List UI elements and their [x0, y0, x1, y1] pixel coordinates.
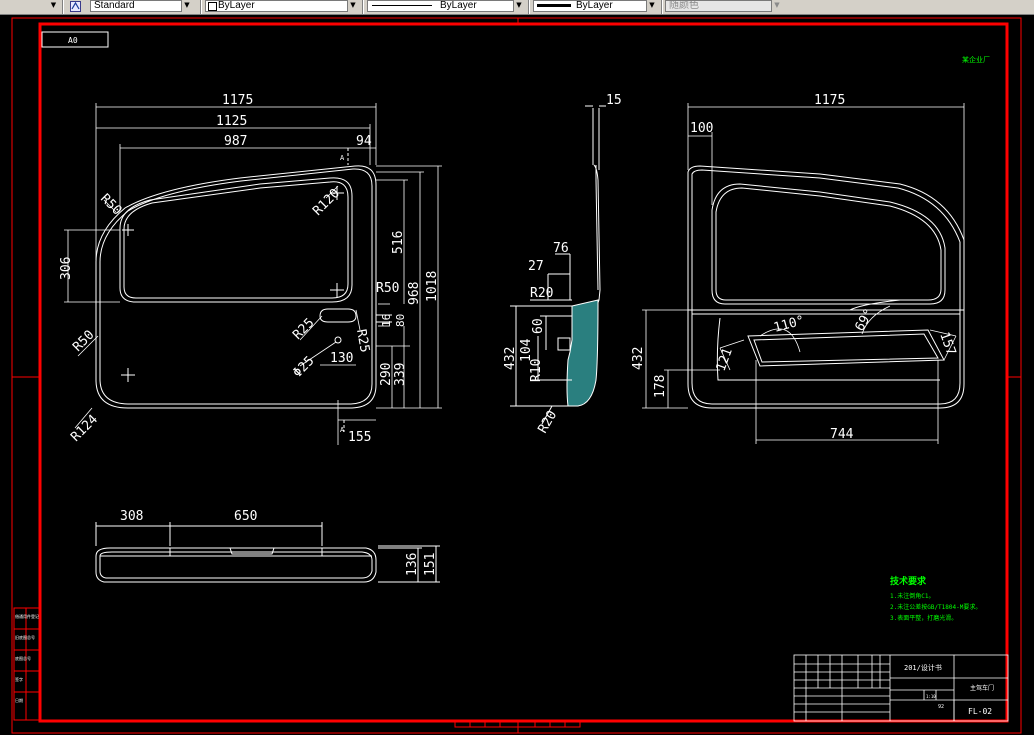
- tech-req-item: 2.未注公差按GB/T1804-M要求。: [890, 603, 981, 611]
- toolbar-separator: [528, 0, 530, 14]
- dim-432-side: 432: [503, 347, 518, 370]
- drawing-canvas[interactable]: A0 某企业厂 借通用件登记 旧底图总号 底图总号 签字 日期 1175 112…: [0, 15, 1034, 735]
- dim-100: 100: [690, 121, 713, 136]
- dim-432-rear: 432: [631, 347, 646, 370]
- dim-516: 516: [391, 231, 406, 254]
- dim-overall-height: 1018: [425, 271, 440, 302]
- title-block-scale: 1:10: [926, 694, 936, 699]
- layer-color-value: ByLayer: [218, 0, 255, 11]
- dim-650: 650: [234, 509, 257, 524]
- plot-style-value: 随颜色: [669, 0, 699, 11]
- tech-req-item: 3.表面平整，打磨光滑。: [890, 614, 957, 622]
- strip-label: 借通用件登记: [15, 613, 39, 619]
- chevron-down-icon[interactable]: ▼: [181, 0, 192, 12]
- dim-104: 104: [519, 338, 534, 362]
- linetype-preview: [372, 5, 432, 6]
- layer-color-select[interactable]: ByLayer: [205, 0, 358, 12]
- title-block-sheet: 92: [938, 704, 944, 710]
- canvas-background: [0, 15, 1034, 735]
- color-swatch-icon: [208, 2, 217, 11]
- text-style-value: Standard: [94, 0, 135, 11]
- text-style-select[interactable]: Standard: [90, 0, 192, 12]
- title-block-project: 201/设计书: [904, 663, 942, 672]
- strip-label: 签字: [15, 676, 23, 682]
- dim-window-width: 987: [224, 134, 247, 149]
- text-style-icon[interactable]: [70, 1, 81, 12]
- tech-req-title: 技术要求: [890, 575, 927, 587]
- toolbar-separator: [362, 0, 364, 14]
- chevron-down-icon[interactable]: ▼: [646, 0, 657, 12]
- dim-27: 27: [528, 259, 544, 274]
- radius-r10: R10: [529, 359, 544, 382]
- frame-tag-text: A0: [68, 36, 78, 45]
- dim-rear-width: 1175: [814, 93, 845, 108]
- title-block-part-name: 主驾车门: [970, 684, 994, 692]
- dim-290: 290: [379, 363, 394, 386]
- dim-60: 60: [531, 318, 546, 334]
- dim-76: 76: [553, 241, 569, 256]
- toolbar-separator: [661, 0, 663, 14]
- strip-label: 旧底图总号: [15, 634, 35, 640]
- toolbar-separator: [62, 0, 64, 14]
- dim-overall-width: 1175: [222, 93, 253, 108]
- dim-178: 178: [653, 375, 668, 398]
- dim-80: 80: [394, 314, 407, 327]
- dim-window-height: 306: [59, 257, 74, 280]
- linetype-value: ByLayer: [440, 0, 477, 11]
- strip-label: 日期: [15, 697, 23, 703]
- title-block-drawing-no: FL-02: [968, 707, 992, 716]
- dim-width-1125: 1125: [216, 114, 247, 129]
- dim-130: 130: [330, 351, 353, 366]
- dim-339: 339: [393, 363, 408, 386]
- radius-r20-side-top: R20: [530, 286, 553, 301]
- chevron-down-icon[interactable]: ▼: [513, 0, 524, 12]
- tech-req-item: 1.未注倒角C1。: [890, 592, 934, 600]
- plot-style-select[interactable]: 随颜色: [665, 0, 782, 12]
- dim-offset-94: 94: [356, 134, 372, 149]
- corner-note: 某企业厂: [962, 55, 990, 64]
- dim-308: 308: [120, 509, 143, 524]
- properties-toolbar: ▼ Standard ▼ ByLayer ▼ ByLayer ▼ ByLayer…: [0, 0, 1034, 15]
- radius-r50-right: R50: [376, 281, 399, 296]
- dim-155: 155: [348, 430, 371, 445]
- strip-label: 底图总号: [15, 655, 31, 661]
- linetype-select[interactable]: ByLayer: [367, 0, 524, 12]
- toolbar-separator: [200, 0, 202, 14]
- chevron-down-icon[interactable]: ▼: [49, 0, 58, 12]
- dim-744: 744: [830, 427, 854, 442]
- chevron-down-icon[interactable]: ▼: [771, 0, 782, 12]
- lineweight-value: ByLayer: [576, 0, 613, 11]
- lineweight-preview: [537, 4, 571, 7]
- dim-151: 151: [423, 553, 438, 576]
- dim-16: 16: [380, 314, 393, 327]
- dim-136: 136: [405, 553, 420, 576]
- chevron-down-icon[interactable]: ▼: [347, 0, 358, 12]
- dim-thickness-15: 15: [606, 93, 622, 108]
- dim-968: 968: [407, 282, 422, 305]
